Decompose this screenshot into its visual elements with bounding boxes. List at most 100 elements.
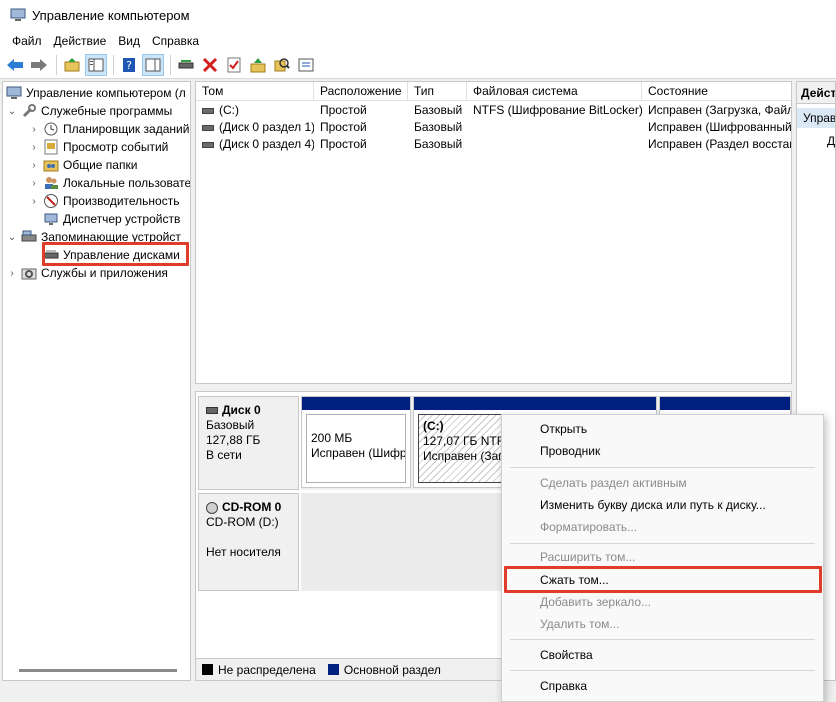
cdrom0-label[interactable]: CD-ROM 0 CD-ROM (D:) Нет носителя	[198, 493, 299, 591]
tree-node-task-scheduler[interactable]: › Планировщик заданий	[28, 120, 189, 138]
menu-item-change-letter[interactable]: Изменить букву диска или путь к диску...	[540, 495, 766, 515]
disk0-label[interactable]: Диск 0 Базовый 127,88 ГБ В сети	[198, 396, 299, 490]
list-header: Том Расположение Тип Файловая система Со…	[196, 82, 791, 101]
column-header-type[interactable]: Тип	[408, 82, 467, 101]
properties-icon	[145, 58, 161, 71]
console-tree[interactable]: Управление компьютером (л ⌄ Служебные пр…	[2, 81, 191, 681]
connect-icon	[178, 59, 194, 68]
column-header-layout[interactable]: Расположение	[314, 82, 408, 101]
action-pane-button[interactable]	[142, 53, 164, 76]
partition-1-size: 200 МБ	[311, 431, 353, 445]
check-button[interactable]	[223, 54, 245, 76]
tree-node-shared-folders[interactable]: › Общие папки	[28, 156, 137, 174]
tree-label: Локальные пользовате	[63, 176, 191, 190]
actions-more[interactable]: Дополнительные действия	[827, 134, 835, 148]
legend-primary: Основной раздел	[343, 662, 441, 677]
volume-name: (C:)	[219, 103, 239, 117]
tree-node-local-users[interactable]: › Локальные пользовате	[28, 174, 191, 192]
tree-node-disk-management[interactable]: Управление дисками	[43, 246, 180, 264]
menu-view[interactable]: Вид	[112, 34, 146, 48]
disk0-type: Базовый	[206, 418, 255, 432]
volume-layout: Простой	[320, 137, 367, 151]
table-row[interactable]: (C:) Простой Базовый NTFS (Шифрование Bi…	[196, 102, 792, 119]
volume-name: (Диск 0 раздел 4)	[219, 137, 314, 151]
back-button[interactable]	[4, 54, 26, 76]
list-icon	[298, 58, 314, 71]
tree-node-system-tools[interactable]: ⌄ Служебные программы	[6, 102, 172, 120]
tree-label: Диспетчер устройств	[63, 212, 181, 226]
list-button[interactable]	[295, 54, 317, 76]
rescan-icon	[250, 57, 266, 72]
up-button[interactable]	[61, 54, 83, 76]
collapse-chevron-icon[interactable]: ⌄	[6, 232, 18, 243]
tree-label: Управление компьютером (л	[26, 86, 186, 100]
expand-chevron-icon[interactable]: ›	[28, 196, 40, 207]
disk0-name: Диск 0	[222, 403, 261, 417]
tree-node-services[interactable]: › Службы и приложения	[6, 264, 168, 282]
cdrom0-name: CD-ROM 0	[222, 500, 282, 514]
menu-item-explorer[interactable]: Проводник	[540, 441, 600, 461]
actions-section-disk-management[interactable]: Управление дисками	[797, 108, 835, 128]
volume-status: Исправен (Раздел восстан	[648, 137, 792, 151]
connect-button[interactable]	[175, 54, 197, 76]
volume-icon	[202, 124, 214, 131]
volume-status: Исправен (Загрузка, Файл	[648, 103, 792, 117]
menu-file[interactable]: Файл	[6, 34, 48, 48]
primary-swatch	[327, 664, 339, 675]
expand-chevron-icon[interactable]: ›	[28, 124, 40, 135]
expand-chevron-icon[interactable]: ›	[6, 268, 18, 279]
expand-chevron-icon[interactable]: ›	[28, 160, 40, 171]
volume-list[interactable]: Том Расположение Тип Файловая система Со…	[195, 81, 792, 384]
forward-button[interactable]	[28, 54, 50, 76]
menu-item-properties[interactable]: Свойства	[540, 645, 593, 665]
column-header-volume[interactable]: Том	[196, 82, 314, 101]
menu-item-make-active: Сделать раздел активным	[540, 476, 687, 490]
clock-icon	[43, 121, 59, 137]
search-icon	[274, 57, 290, 71]
delete-button[interactable]	[199, 54, 221, 76]
table-row[interactable]: (Диск 0 раздел 4) Простой Базовый Исправ…	[196, 136, 792, 153]
tree-label: Службы и приложения	[41, 266, 168, 280]
menu-action[interactable]: Действие	[48, 34, 113, 48]
computer-management-icon	[10, 8, 26, 21]
partition-1-details: 200 МБ Исправен (Шифр	[306, 414, 406, 483]
back-icon	[7, 58, 23, 71]
menu-item-help[interactable]: Справка	[540, 676, 587, 696]
event-log-icon	[43, 139, 59, 155]
help-button[interactable]: ?	[118, 54, 140, 76]
show-tree-button[interactable]	[85, 53, 107, 76]
partition-1-status: Исправен (Шифр	[311, 446, 406, 460]
tools-icon	[21, 103, 37, 119]
menu-item-add-mirror: Добавить зеркало...	[540, 595, 652, 609]
rescan-button[interactable]	[247, 54, 269, 76]
partition-1[interactable]: 200 МБ Исправен (Шифр	[301, 396, 411, 488]
device-manager-icon	[43, 211, 59, 227]
context-menu: Открыть Проводник Сделать раздел активны…	[501, 414, 824, 702]
column-header-filesystem[interactable]: Файловая система	[467, 82, 642, 101]
check-icon	[227, 57, 241, 72]
tree-node-storage[interactable]: ⌄ Запоминающие устройст	[6, 228, 181, 246]
menu-item-open[interactable]: Открыть	[540, 419, 587, 439]
disk0-size: 127,88 ГБ	[206, 433, 261, 447]
tree-node-root[interactable]: Управление компьютером (л	[6, 84, 186, 102]
tree-node-device-manager[interactable]: Диспетчер устройств	[43, 210, 180, 228]
menu-help[interactable]: Справка	[146, 34, 205, 48]
volume-filesystem	[467, 119, 642, 136]
table-row[interactable]: (Диск 0 раздел 1) Простой Базовый Исправ…	[196, 119, 791, 136]
volume-filesystem	[467, 136, 642, 153]
menu-separator	[510, 543, 815, 544]
column-header-status[interactable]: Состояние	[642, 82, 791, 101]
tree-node-performance[interactable]: › Производительность	[28, 192, 179, 210]
tree-label: Просмотр событий	[63, 140, 169, 154]
toolbar: ?	[0, 51, 836, 79]
expand-chevron-icon[interactable]: ›	[28, 178, 40, 189]
help-icon: ?	[123, 57, 135, 72]
search-button[interactable]	[271, 54, 293, 76]
tree-horizontal-scrollbar[interactable]	[19, 669, 177, 672]
expand-chevron-icon[interactable]: ›	[28, 142, 40, 153]
cdrom0-status: Нет носителя	[206, 545, 281, 559]
collapse-chevron-icon[interactable]: ⌄	[6, 106, 18, 117]
tree-node-event-viewer[interactable]: › Просмотр событий	[28, 138, 168, 156]
menu-item-shrink[interactable]: Сжать том...	[540, 570, 609, 590]
tree-label: Запоминающие устройст	[41, 230, 181, 244]
